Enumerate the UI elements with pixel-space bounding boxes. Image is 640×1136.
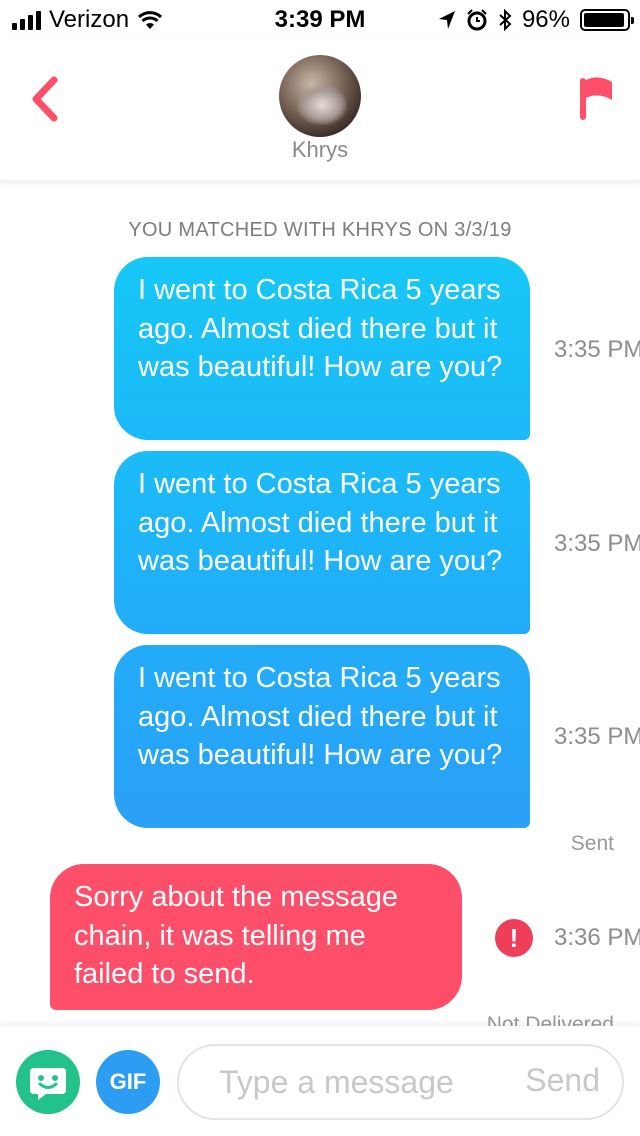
sticker-face-icon <box>30 1068 66 1100</box>
message-box: Send <box>177 1044 624 1120</box>
message-bubble[interactable]: I went to Costa Rica 5 years ago. Almost… <box>114 645 530 828</box>
battery-fill <box>584 13 625 27</box>
contact-name[interactable]: Khrys <box>0 137 640 163</box>
message-bubble[interactable]: I went to Costa Rica 5 years ago. Almost… <box>114 451 530 634</box>
location-arrow-icon <box>438 11 455 29</box>
match-notice: YOU MATCHED WITH KHRYS ON 3/3/19 <box>128 219 512 241</box>
message-time: 3:35 PM <box>554 723 640 750</box>
message-time: 3:35 PM <box>554 336 640 363</box>
battery-percent: 96% <box>521 6 570 33</box>
sent-status: Sent <box>570 832 614 855</box>
report-button[interactable] <box>576 74 616 124</box>
battery-icon <box>580 9 634 31</box>
chat-header: Khrys <box>0 40 640 180</box>
chevron-left-icon <box>32 76 58 122</box>
message-bubble[interactable]: I went to Costa Rica 5 years ago. Almost… <box>114 257 530 440</box>
message-time: 3:35 PM <box>554 530 640 557</box>
gif-button[interactable]: GIF <box>96 1050 160 1114</box>
composer-bar: GIF Send <box>0 1026 640 1136</box>
message-input[interactable] <box>217 1060 507 1104</box>
avatar[interactable] <box>279 55 361 137</box>
flag-icon <box>580 77 612 120</box>
message-time: 3:36 PM <box>554 924 640 951</box>
sticker-button[interactable] <box>16 1050 80 1114</box>
error-icon[interactable]: ! <box>495 919 533 957</box>
alarm-clock-icon <box>467 9 487 31</box>
back-button[interactable] <box>24 74 64 124</box>
failed-message-bubble[interactable]: Sorry about the message chain, it was te… <box>50 864 462 1010</box>
send-button[interactable]: Send <box>525 1062 600 1099</box>
bluetooth-icon <box>499 9 512 31</box>
status-bar: Verizon 3:39 PM 96% <box>0 0 640 40</box>
status-right: 96% <box>438 6 634 34</box>
